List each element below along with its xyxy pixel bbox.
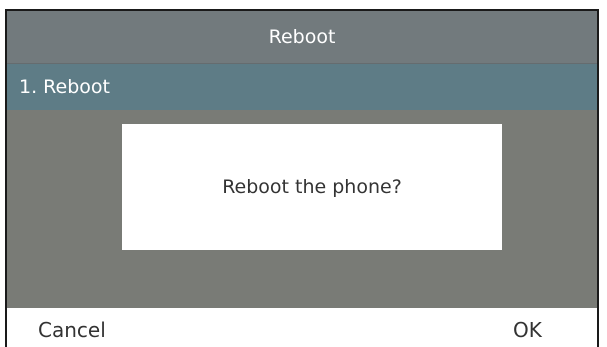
phone-screen: Reboot 1. Reboot Reboot the phone? Cance… <box>5 9 599 347</box>
ok-softkey[interactable]: OK <box>513 318 542 342</box>
screen-title: Reboot <box>268 26 336 48</box>
cancel-softkey[interactable]: Cancel <box>38 318 106 342</box>
dialog-message: Reboot the phone? <box>222 176 402 198</box>
screen-title-bar: Reboot <box>7 11 597 64</box>
reboot-confirmation-dialog: Reboot the phone? <box>122 124 502 250</box>
menu-item-label: 1. Reboot <box>19 76 110 98</box>
menu-item-reboot[interactable]: 1. Reboot <box>7 64 597 110</box>
softkey-bar: Cancel OK <box>7 308 597 347</box>
